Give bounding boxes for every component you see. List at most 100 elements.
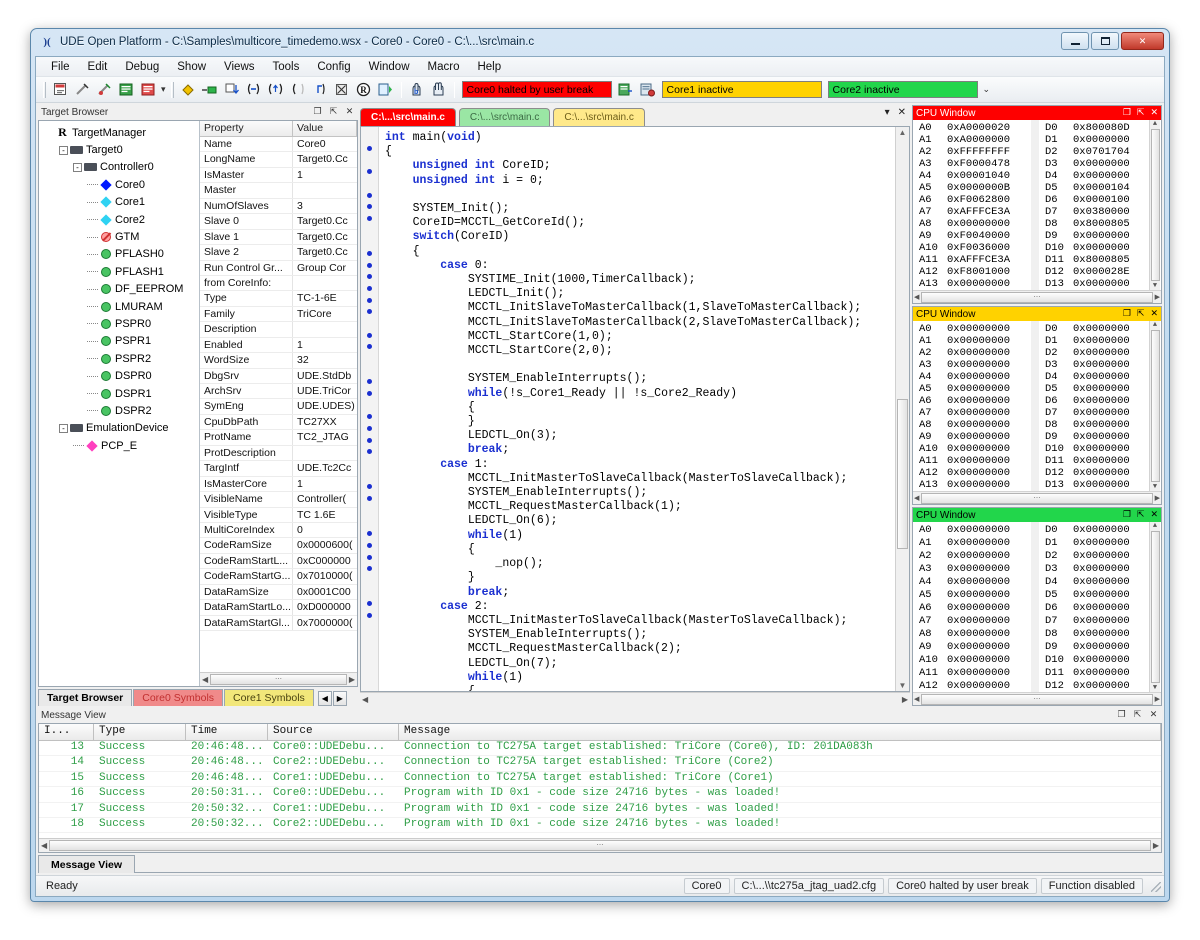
property-column-header[interactable]: Property xyxy=(200,121,293,136)
tab-scroll-left-button[interactable]: ◀ xyxy=(318,691,332,706)
gutter-blank[interactable] xyxy=(361,586,378,598)
tree-expander-icon[interactable]: - xyxy=(59,424,68,433)
register-row[interactable]: D70x0380000 xyxy=(1039,206,1149,218)
property-row[interactable]: DataRamSize0x0001C00 xyxy=(200,585,357,600)
go-to-cursor-icon[interactable] xyxy=(200,80,220,100)
cpu-vscroll-thumb[interactable] xyxy=(1151,330,1160,482)
register-row[interactable]: A90xF0040000 xyxy=(913,230,1031,242)
register-row[interactable]: D40x0000000 xyxy=(1039,576,1149,589)
gutter-blank[interactable] xyxy=(361,353,378,365)
cpu-vscrollbar[interactable]: ▲▼ xyxy=(1149,522,1160,692)
tree-expander-icon[interactable]: - xyxy=(59,146,68,155)
editor-vscrollbar[interactable]: ▲ ▼ xyxy=(895,127,909,691)
cpu-register-area[interactable]: A00x00000000A10x00000000A20x00000000A30x… xyxy=(913,522,1161,692)
breakpoint-marker-icon[interactable] xyxy=(361,540,378,552)
register-row[interactable]: D40x0000000 xyxy=(1039,170,1149,182)
gutter-blank[interactable] xyxy=(361,364,378,376)
tab-core1-symbols[interactable]: Core1 Symbols xyxy=(224,689,314,706)
property-row[interactable]: Slave 0Target0.Cc xyxy=(200,214,357,229)
toolbar-overflow-icon[interactable]: ▾ xyxy=(161,84,166,95)
unload-program-icon[interactable] xyxy=(638,80,658,100)
property-row[interactable]: MultiCoreIndex0 xyxy=(200,523,357,538)
close-document-icon[interactable]: ✕ xyxy=(898,107,906,118)
breakpoint-marker-icon[interactable] xyxy=(361,376,378,388)
register-row[interactable]: D60x0000000 xyxy=(1039,602,1149,615)
register-row[interactable]: D50x0000104 xyxy=(1039,182,1149,194)
pin-pane-icon[interactable]: ⇱ xyxy=(1137,107,1145,118)
pin-pane-icon[interactable]: ⇱ xyxy=(328,106,339,117)
register-row[interactable]: D110x0000000 xyxy=(1039,455,1149,467)
breakpoint-marker-icon[interactable] xyxy=(361,423,378,435)
load-config-icon[interactable] xyxy=(116,80,136,100)
cpu-hscroll-thumb[interactable]: ⋯ xyxy=(921,493,1152,504)
editor-tab-core1-main-c[interactable]: C:\...\src\main.c xyxy=(459,108,550,126)
breakpoint-marker-icon[interactable] xyxy=(361,259,378,271)
register-row[interactable]: D60x0000100 xyxy=(1039,194,1149,206)
msg-scroll-left-arrow-icon[interactable]: ◀ xyxy=(41,841,47,850)
breakpoint-marker-icon[interactable] xyxy=(361,598,378,610)
disconnect-target-icon[interactable] xyxy=(72,80,92,100)
breakpoint-marker-icon[interactable] xyxy=(361,411,378,423)
breakpoint-marker-icon[interactable] xyxy=(361,166,378,178)
close-pane-icon[interactable]: ✕ xyxy=(1148,709,1159,720)
register-row[interactable]: A110x00000000 xyxy=(913,455,1031,467)
tree-node-lmuram[interactable]: LMURAM xyxy=(39,298,199,315)
status-cell-core[interactable]: Core0 xyxy=(684,878,730,894)
register-row[interactable]: A90x00000000 xyxy=(913,431,1031,443)
scroll-down-arrow-icon[interactable]: ▼ xyxy=(1153,483,1157,491)
tree-node-emulationdevice[interactable]: -EmulationDevice xyxy=(39,420,199,437)
column-header-source[interactable]: Source xyxy=(268,724,399,740)
gutter-blank[interactable] xyxy=(361,645,378,657)
property-row[interactable]: Description xyxy=(200,322,357,337)
gutter-blank[interactable] xyxy=(361,668,378,680)
tree-node-controller0[interactable]: -Controller0 xyxy=(39,159,199,176)
scroll-left-arrow-icon[interactable]: ◀ xyxy=(914,293,919,301)
cpu-vscrollbar[interactable]: ▲▼ xyxy=(1149,321,1160,491)
register-row[interactable]: A10x00000000 xyxy=(913,537,1031,550)
scroll-up-arrow-icon[interactable]: ▲ xyxy=(1153,522,1157,530)
breakpoint-marker-icon[interactable] xyxy=(361,446,378,458)
property-row[interactable]: CpuDbPathTC27XX xyxy=(200,415,357,430)
register-row[interactable]: A10x00000000 xyxy=(913,335,1031,347)
status-box-core0[interactable]: Core0 halted by user break xyxy=(462,81,612,98)
tree-node-dspr2[interactable]: DSPR2 xyxy=(39,402,199,419)
scroll-left-arrow-icon[interactable]: ◀ xyxy=(914,494,919,502)
property-row[interactable]: CodeRamStartG...0x7010000( xyxy=(200,569,357,584)
breakpoint-marker-icon[interactable] xyxy=(361,493,378,505)
tree-node-pspr2[interactable]: PSPR2 xyxy=(39,350,199,367)
resize-grip-icon[interactable] xyxy=(1148,879,1162,893)
property-row[interactable]: Enabled1 xyxy=(200,338,357,353)
pin-pane-icon[interactable]: ⇱ xyxy=(1132,709,1143,720)
cpu-hscrollbar[interactable]: ◀⋯▶ xyxy=(913,491,1161,504)
cpu-vscrollbar[interactable]: ▲▼ xyxy=(1149,120,1160,290)
property-row[interactable]: DbgSrvUDE.StdDb xyxy=(200,369,357,384)
maximize-pane-icon[interactable]: ❐ xyxy=(1116,709,1127,720)
register-row[interactable]: D120x0000000 xyxy=(1039,467,1149,479)
load-program-icon[interactable] xyxy=(616,80,636,100)
status-cell-core-state[interactable]: Core0 halted by user break xyxy=(888,878,1037,894)
register-row[interactable]: D100x0000000 xyxy=(1039,653,1149,666)
tree-node-df-eeprom[interactable]: DF_EEPROM xyxy=(39,281,199,298)
register-row[interactable]: D40x0000000 xyxy=(1039,371,1149,383)
close-pane-icon[interactable]: ✕ xyxy=(1150,308,1158,319)
register-row[interactable]: A80x00000000 xyxy=(913,627,1031,640)
register-row[interactable]: A90x00000000 xyxy=(913,640,1031,653)
register-row[interactable]: D60x0000000 xyxy=(1039,395,1149,407)
property-row[interactable]: TargIntfUDE.Tc2Cc xyxy=(200,461,357,476)
msg-hscroll-thumb[interactable]: ⋯ xyxy=(49,840,1151,851)
suspend-icon[interactable] xyxy=(429,80,449,100)
register-row[interactable]: D130x0000000 xyxy=(1039,479,1149,491)
property-row[interactable]: VisibleNameController( xyxy=(200,492,357,507)
message-view-hscrollbar[interactable]: ◀ ⋯ ▶ xyxy=(39,838,1161,852)
tree-expander-icon[interactable]: - xyxy=(73,163,82,172)
tab-scroll-right-button[interactable]: ▶ xyxy=(333,691,347,706)
property-row[interactable]: VisibleTypeTC 1.6E xyxy=(200,508,357,523)
value-column-header[interactable]: Value xyxy=(293,121,357,136)
hscroll-thumb[interactable]: ⋯ xyxy=(210,674,347,685)
tree-node-targetmanager[interactable]: RTargetManager xyxy=(39,124,199,141)
go-icon[interactable] xyxy=(178,80,198,100)
menu-help[interactable]: Help xyxy=(468,59,510,75)
scroll-down-arrow-icon[interactable]: ▼ xyxy=(899,681,907,690)
tree-node-core0[interactable]: Core0 xyxy=(39,176,199,193)
breakpoint-marker-icon[interactable] xyxy=(361,189,378,201)
